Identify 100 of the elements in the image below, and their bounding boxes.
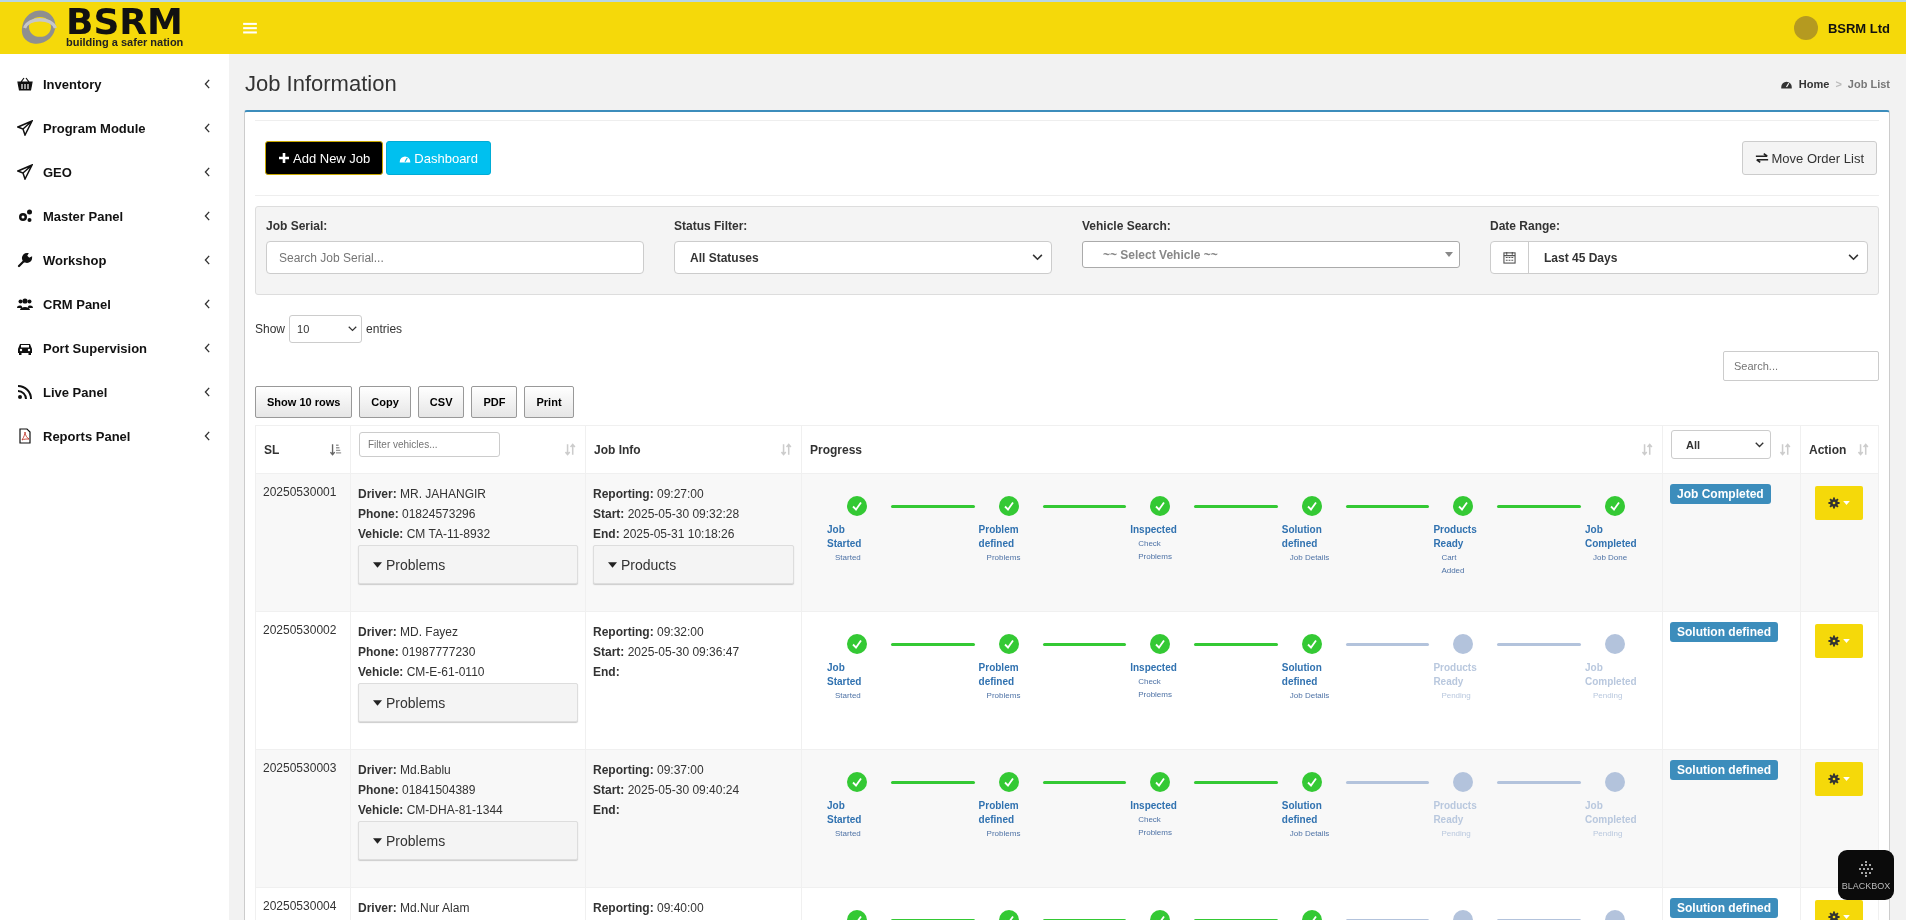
sidebar-item[interactable]: Live Panel: [0, 370, 229, 414]
export-button[interactable]: CSV: [417, 386, 465, 418]
step-title: Inspected: [1130, 661, 1178, 675]
status-column-dropdown[interactable]: All: [1671, 430, 1771, 459]
dotted-sphere-icon: [1856, 859, 1876, 879]
status-badge: Job Completed: [1670, 484, 1771, 504]
column-header[interactable]: Job Info: [594, 442, 641, 457]
sort-icon[interactable]: [1642, 443, 1654, 456]
chevron-left-icon: [204, 343, 211, 353]
step-subtitle: Check Problems: [1137, 676, 1173, 701]
export-button[interactable]: Show 10 rows: [255, 386, 353, 418]
caret-down-icon: [1843, 777, 1850, 781]
sidebar-item[interactable]: CRM Panel: [0, 282, 229, 326]
vehicle-dropdown[interactable]: ~~ Select Vehicle ~~: [1082, 241, 1460, 268]
column-header[interactable]: SL: [264, 442, 280, 457]
step-subtitle: Cart Added: [1440, 552, 1466, 577]
sidebar-item[interactable]: Inventory: [0, 62, 229, 106]
filter-label: Job Serial:: [266, 219, 329, 233]
breadcrumb-link[interactable]: Home: [1798, 78, 1830, 90]
sort-icon[interactable]: [1780, 443, 1792, 456]
breadcrumb-link[interactable]: Job List: [1847, 78, 1890, 90]
status-badge: Solution defined: [1670, 622, 1778, 642]
products-toggle[interactable]: Products: [593, 545, 794, 584]
users-icon: [17, 296, 33, 312]
step-title: Job Started: [827, 799, 863, 827]
move-order-list-button[interactable]: Move Order List: [1741, 141, 1877, 175]
sidebar-item[interactable]: GEO: [0, 150, 229, 194]
step-title: Solution defined: [1281, 799, 1323, 827]
action-menu-button[interactable]: [1815, 762, 1863, 796]
gears-icon: [17, 208, 33, 224]
plus-icon: [278, 152, 290, 164]
show-label: Show: [255, 322, 286, 336]
caret-down-icon: [608, 561, 617, 568]
step-subtitle: Pending: [1591, 690, 1624, 702]
info-line: Phone: 01841504389: [358, 782, 477, 799]
chevron-left-icon: [204, 387, 211, 397]
add-job-button[interactable]: Add New Job: [265, 141, 384, 175]
entries-label: entries: [366, 322, 403, 336]
chevron-down-icon: [1848, 254, 1859, 261]
chevron-down-icon: [1755, 441, 1764, 448]
serial-number: 20250530001: [263, 485, 337, 499]
sort-ascending-icon[interactable]: [330, 443, 342, 456]
step-title: Job Started: [827, 661, 863, 689]
sort-icon[interactable]: [565, 443, 577, 456]
info-line: Vehicle: CM-E-61-0110: [358, 664, 486, 681]
pdf-file-icon: [17, 428, 33, 444]
sidebar-item[interactable]: Port Supervision: [0, 326, 229, 370]
exchange-arrows-icon: [1754, 152, 1769, 164]
chevron-left-icon: [204, 79, 211, 89]
export-button[interactable]: Copy: [359, 386, 411, 418]
paper-plane-icon: [17, 164, 33, 180]
sidebar-item[interactable]: Master Panel: [0, 194, 229, 238]
info-line: Reporting: 09:27:00: [593, 486, 705, 503]
step-title: Solution defined: [1281, 523, 1323, 551]
sidebar-item[interactable]: Reports Panel: [0, 414, 229, 458]
sidebar-item[interactable]: Program Module: [0, 106, 229, 150]
step-subtitle: Job Done: [1591, 552, 1629, 564]
export-button[interactable]: Print: [524, 386, 574, 418]
sort-icon[interactable]: [1858, 443, 1870, 456]
step-subtitle: Started: [834, 828, 862, 840]
info-line: Driver: Md.Nur Alam: [358, 900, 471, 917]
menu-icon[interactable]: [243, 22, 257, 34]
sort-icon[interactable]: [781, 443, 793, 456]
sidebar-item[interactable]: Workshop: [0, 238, 229, 282]
action-menu-button[interactable]: [1815, 624, 1863, 658]
logo-wordmark: BSRM: [66, 8, 184, 36]
step-title: Inspected: [1130, 523, 1178, 537]
export-button[interactable]: PDF: [471, 386, 518, 418]
info-line: Start: 2025-05-30 09:32:28: [593, 506, 741, 523]
problems-toggle[interactable]: Problems: [358, 821, 578, 860]
floating-widget[interactable]: BLACKBOX: [1838, 850, 1894, 900]
gear-icon: [1828, 635, 1840, 647]
gear-icon: [1828, 497, 1840, 509]
step-title: Problem defined: [978, 523, 1020, 551]
user-name[interactable]: BSRM Ltd: [1827, 20, 1890, 36]
step-title: Products Ready: [1433, 523, 1478, 551]
filter-field[interactable]: Filter vehicles...: [359, 432, 500, 457]
step-subtitle: Problems: [985, 552, 1022, 564]
column-header[interactable]: Progress: [810, 442, 863, 457]
info-line: Vehicle: CM TA-11-8932: [358, 526, 492, 543]
search-field[interactable]: Search...: [1723, 351, 1879, 381]
basket-icon: [17, 76, 33, 92]
calendar-icon: [1503, 251, 1516, 264]
caret-down-icon: [373, 837, 382, 844]
info-line: Reporting: 09:32:00: [593, 624, 705, 641]
paper-plane-icon: [17, 120, 33, 136]
step-title: Solution defined: [1281, 661, 1323, 689]
filter-label: Status Filter:: [674, 219, 749, 233]
problems-toggle[interactable]: Problems: [358, 545, 578, 584]
action-menu-button[interactable]: [1815, 486, 1863, 520]
problems-toggle[interactable]: Problems: [358, 683, 578, 722]
column-header[interactable]: Action: [1809, 442, 1847, 457]
caret-down-icon: [373, 561, 382, 568]
step-title: Inspected: [1130, 799, 1178, 813]
entries-dropdown[interactable]: 10: [289, 315, 363, 343]
step-subtitle: Problems: [985, 828, 1022, 840]
search-field[interactable]: Search Job Serial...: [266, 241, 644, 274]
status-dropdown[interactable]: All Statuses: [674, 241, 1052, 274]
chevron-down-icon: [1032, 254, 1043, 261]
info-line: End:: [593, 664, 621, 681]
